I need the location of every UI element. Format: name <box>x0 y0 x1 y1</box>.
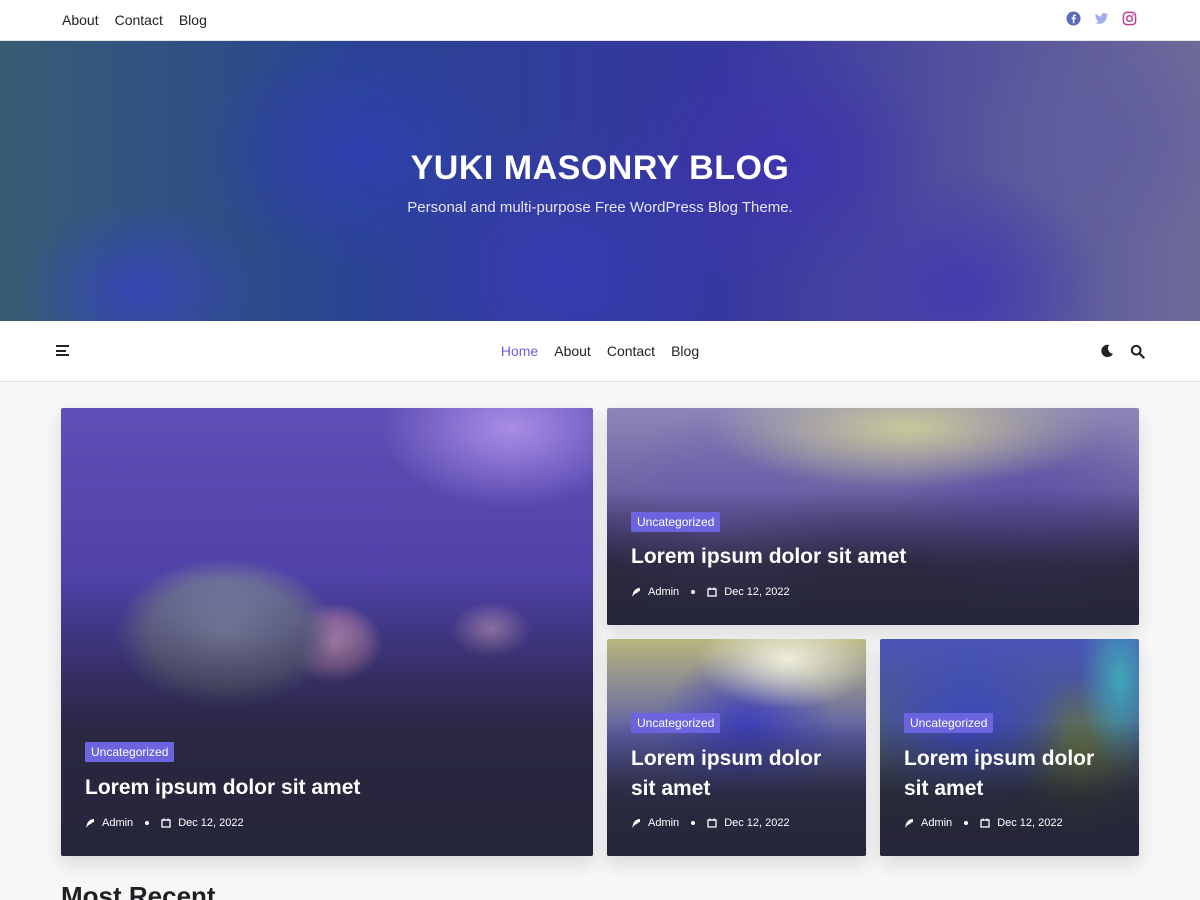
category-badge[interactable]: Uncategorized <box>631 512 721 532</box>
top-nav: About Contact Blog <box>62 12 207 28</box>
author-icon <box>86 819 94 828</box>
featured-post-card[interactable]: Uncategorized Lorem ipsum dolor sit amet… <box>61 408 593 856</box>
post-card[interactable]: Uncategorized Lorem ipsum dolor sit amet… <box>607 408 1139 625</box>
post-author[interactable]: Admin <box>921 817 952 829</box>
post-author[interactable]: Admin <box>648 586 679 598</box>
post-meta: Admin Dec 12, 2022 <box>631 817 790 829</box>
calendar-icon <box>980 818 990 828</box>
dark-mode-toggle-icon[interactable] <box>1100 344 1114 358</box>
category-badge[interactable]: Uncategorized <box>85 742 175 762</box>
meta-separator <box>691 590 696 594</box>
post-date: Dec 12, 2022 <box>724 586 790 598</box>
most-recent-heading: Most Recent <box>61 881 216 900</box>
card-overlay <box>61 578 593 856</box>
calendar-icon <box>707 818 717 828</box>
post-card[interactable]: Uncategorized Lorem ipsum dolor sit amet… <box>880 639 1139 856</box>
top-nav-contact[interactable]: Contact <box>115 12 163 28</box>
site-title[interactable]: YUKI MASONRY BLOG <box>0 149 1200 188</box>
calendar-icon <box>707 587 717 597</box>
calendar-icon <box>161 818 171 828</box>
top-bar: About Contact Blog <box>0 0 1200 41</box>
menu-item-contact[interactable]: Contact <box>607 343 655 359</box>
social-links <box>1066 11 1137 26</box>
top-nav-about[interactable]: About <box>62 12 99 28</box>
meta-separator <box>145 821 150 825</box>
post-title[interactable]: Lorem ipsum dolor sit amet <box>85 773 565 803</box>
post-date: Dec 12, 2022 <box>997 817 1063 829</box>
meta-separator <box>964 821 969 825</box>
post-meta: Admin Dec 12, 2022 <box>904 817 1063 829</box>
main-nav-bar: Home About Contact Blog <box>0 321 1200 382</box>
menu-item-blog[interactable]: Blog <box>671 343 699 359</box>
post-author[interactable]: Admin <box>648 817 679 829</box>
post-author[interactable]: Admin <box>102 817 133 829</box>
site-tagline: Personal and multi-purpose Free WordPres… <box>407 199 793 216</box>
post-meta: Admin Dec 12, 2022 <box>85 817 244 829</box>
post-title[interactable]: Lorem ipsum dolor sit amet <box>904 744 1124 804</box>
top-nav-blog[interactable]: Blog <box>179 12 207 28</box>
post-meta: Admin Dec 12, 2022 <box>631 586 790 598</box>
post-title[interactable]: Lorem ipsum dolor sit amet <box>631 542 1111 572</box>
hero-banner: YUKI MASONRY BLOG Personal and multi-pur… <box>0 41 1200 321</box>
post-date: Dec 12, 2022 <box>178 817 244 829</box>
menu-item-about[interactable]: About <box>554 343 591 359</box>
post-title[interactable]: Lorem ipsum dolor sit amet <box>631 744 851 804</box>
category-badge[interactable]: Uncategorized <box>631 713 721 733</box>
instagram-icon[interactable] <box>1122 11 1137 26</box>
menu-item-home[interactable]: Home <box>501 343 538 359</box>
main-menu: Home About Contact Blog <box>0 343 1200 359</box>
search-icon[interactable] <box>1130 344 1145 359</box>
facebook-icon[interactable] <box>1066 11 1081 26</box>
meta-separator <box>691 821 696 825</box>
author-icon <box>632 819 640 828</box>
twitter-icon[interactable] <box>1094 11 1109 26</box>
author-icon <box>905 819 913 828</box>
post-card[interactable]: Uncategorized Lorem ipsum dolor sit amet… <box>607 639 866 856</box>
author-icon <box>632 588 640 597</box>
post-date: Dec 12, 2022 <box>724 817 790 829</box>
category-badge[interactable]: Uncategorized <box>904 713 994 733</box>
